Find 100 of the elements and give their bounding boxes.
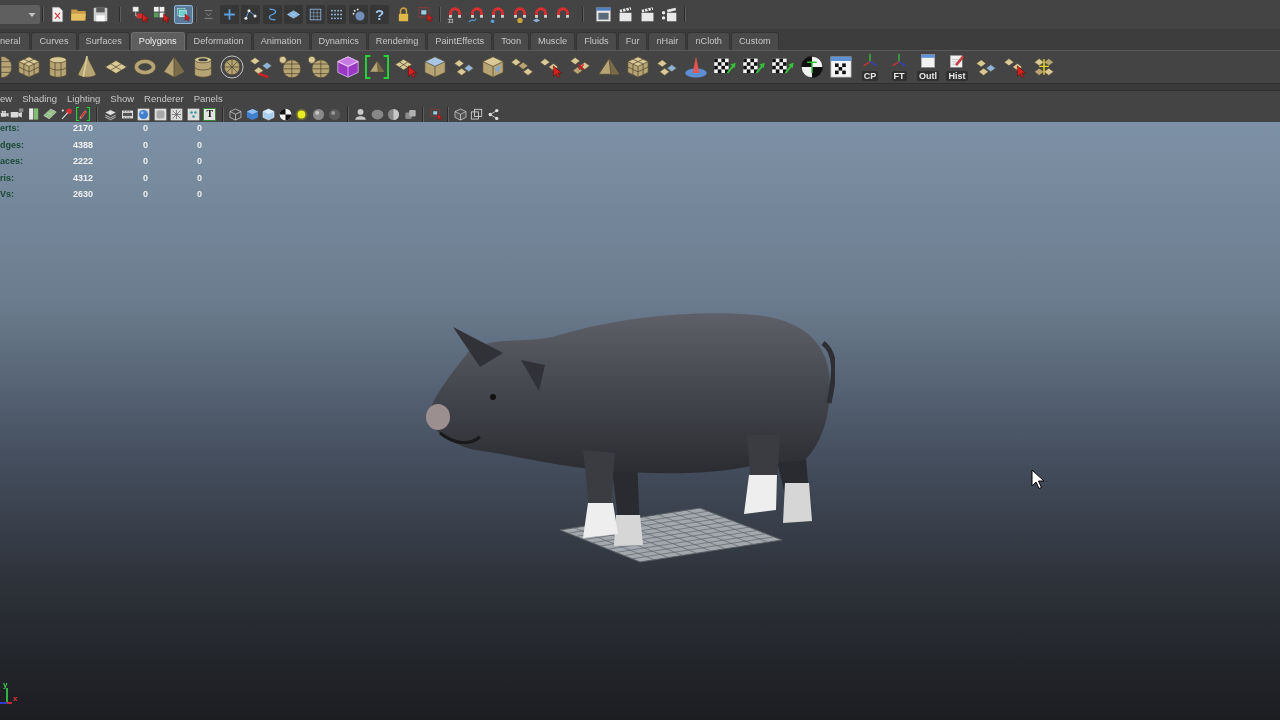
shelf-button[interactable]: Outl	[914, 53, 942, 81]
tiles-cursor-icon[interactable]	[539, 55, 563, 79]
shelf-tab[interactable]: Animation	[252, 32, 310, 50]
hud-value: 0	[143, 171, 149, 185]
tiles-icon[interactable]	[510, 55, 534, 79]
blurred-cubes-icon[interactable]	[403, 107, 417, 121]
blurred-sphere-icon[interactable]	[370, 107, 384, 121]
hud-value: 2170	[73, 122, 95, 135]
dots-icon[interactable]	[186, 107, 200, 121]
pin-icon[interactable]	[59, 107, 74, 121]
pencil-icon[interactable]	[76, 107, 91, 121]
selection-cursor-icon[interactable]	[416, 6, 434, 23]
axes-icon	[862, 53, 878, 69]
spheres-icon[interactable]	[278, 55, 302, 79]
selection-cursor-icon[interactable]	[429, 107, 443, 121]
plane-icon[interactable]	[284, 5, 303, 24]
hud-label: dges:	[0, 138, 25, 152]
s-curve-icon[interactable]	[262, 5, 282, 24]
grid-box-icon[interactable]	[305, 5, 325, 24]
folder-icon[interactable]	[70, 6, 87, 23]
axis-label: y	[3, 681, 8, 689]
cube-icon[interactable]	[245, 107, 259, 121]
sphere-icon[interactable]	[328, 107, 342, 121]
shelf-button[interactable]: CP	[858, 53, 882, 81]
tiles-icon[interactable]	[1032, 55, 1056, 79]
shelf-tab[interactable]: Custom	[731, 32, 779, 50]
shelf-tab[interactable]: PaintEffects	[427, 32, 493, 50]
shelf-tab[interactable]: Rendering	[367, 32, 427, 50]
square-icon[interactable]	[153, 107, 167, 121]
spheres-icon[interactable]	[307, 55, 331, 79]
tiles-arrow-icon[interactable]	[249, 55, 273, 79]
curve-points-icon[interactable]	[241, 5, 260, 24]
shelf-tab[interactable]: nCloth	[687, 32, 730, 50]
pyramid-icon[interactable]	[162, 55, 186, 79]
overlapping-squares-icon[interactable]	[470, 107, 484, 121]
shelf-tab[interactable]: Surfaces	[77, 32, 130, 50]
hud-value: 4388	[73, 138, 95, 152]
shelf-button[interactable]: Hist	[943, 53, 971, 81]
half-sphere-icon[interactable]	[387, 107, 401, 121]
shelf-button[interactable]: FT	[888, 53, 910, 81]
sphere-icon[interactable]	[311, 107, 325, 121]
layers-icon[interactable]	[104, 107, 118, 121]
camera-icon[interactable]	[0, 109, 9, 119]
wireframe-cube-icon[interactable]	[229, 107, 243, 121]
shelf-tab[interactable]: Deformation	[185, 32, 252, 50]
cross-grid-icon[interactable]	[170, 107, 184, 121]
dot-grid-icon[interactable]	[327, 5, 346, 24]
shelf-tab[interactable]: Dynamics	[310, 32, 367, 50]
window-icon	[920, 53, 936, 69]
plus-icon[interactable]	[219, 5, 239, 24]
shelf-tab[interactable]: Curves	[31, 32, 77, 50]
bust-icon[interactable]	[354, 107, 368, 121]
shelf-tab[interactable]: Toon	[493, 32, 530, 50]
checker-ball-icon[interactable]	[800, 55, 824, 79]
cube-icon[interactable]	[17, 55, 41, 79]
menu-item[interactable]: ew	[0, 93, 13, 104]
sphere-icon[interactable]	[137, 107, 151, 121]
menu-item[interactable]: Lighting	[67, 93, 101, 104]
help-button[interactable]: ?	[370, 5, 389, 24]
checker-ball-icon[interactable]	[278, 107, 292, 121]
book-icon[interactable]	[26, 107, 41, 121]
grid-plane-icon[interactable]	[43, 107, 58, 121]
cube-icon[interactable]	[481, 55, 505, 79]
hud-value: 0	[143, 188, 149, 201]
checker-window-icon[interactable]	[829, 55, 853, 79]
menu-item[interactable]: Renderer	[144, 93, 184, 104]
cube-icon[interactable]	[626, 55, 650, 79]
sphere-icon[interactable]	[1, 55, 14, 79]
share-icon[interactable]	[486, 107, 500, 121]
tiles-cursor-icon[interactable]	[1003, 55, 1027, 79]
hud-label: aces:	[0, 155, 25, 168]
pipe-icon[interactable]	[191, 55, 215, 79]
cube-cursor-icon[interactable]	[173, 5, 193, 24]
cylinder-icon[interactable]	[46, 55, 70, 79]
hud-value: 0	[143, 155, 149, 168]
shelf-tab[interactable]: Fur	[617, 32, 648, 50]
cone-icon[interactable]	[75, 55, 99, 79]
menu-item[interactable]: Shading	[22, 93, 58, 104]
hud-value: 0	[143, 138, 149, 152]
axis-gizmo-icon	[0, 688, 12, 704]
clapperboard-icon[interactable]	[660, 6, 678, 23]
shelf-tab[interactable]: neral	[0, 32, 31, 50]
hierarchy-cursor-icon[interactable]	[130, 5, 150, 24]
shelf-tab[interactable]: Polygons	[130, 32, 185, 50]
menu-item[interactable]: Show	[110, 93, 135, 104]
menu-item[interactable]: Panels	[193, 93, 223, 104]
axes-icon	[891, 53, 907, 69]
shelf-tab[interactable]: Fluids	[576, 32, 617, 50]
wedge-icon[interactable]	[365, 55, 389, 79]
text-toggle-button[interactable]: T	[203, 107, 217, 121]
cube-icon[interactable]	[423, 55, 447, 79]
shelf-tab[interactable]: Muscle	[530, 32, 576, 50]
camera-icon[interactable]	[10, 107, 25, 121]
faceted-ball-icon[interactable]	[220, 55, 244, 79]
render-window-icon[interactable]	[594, 6, 612, 23]
shelf-tab[interactable]: nHair	[648, 32, 687, 50]
hud-value: 2630	[73, 188, 95, 201]
magnet-icon[interactable]	[467, 5, 486, 24]
glow-dot-icon[interactable]	[295, 107, 309, 121]
grid-cursor-icon[interactable]	[152, 5, 171, 24]
